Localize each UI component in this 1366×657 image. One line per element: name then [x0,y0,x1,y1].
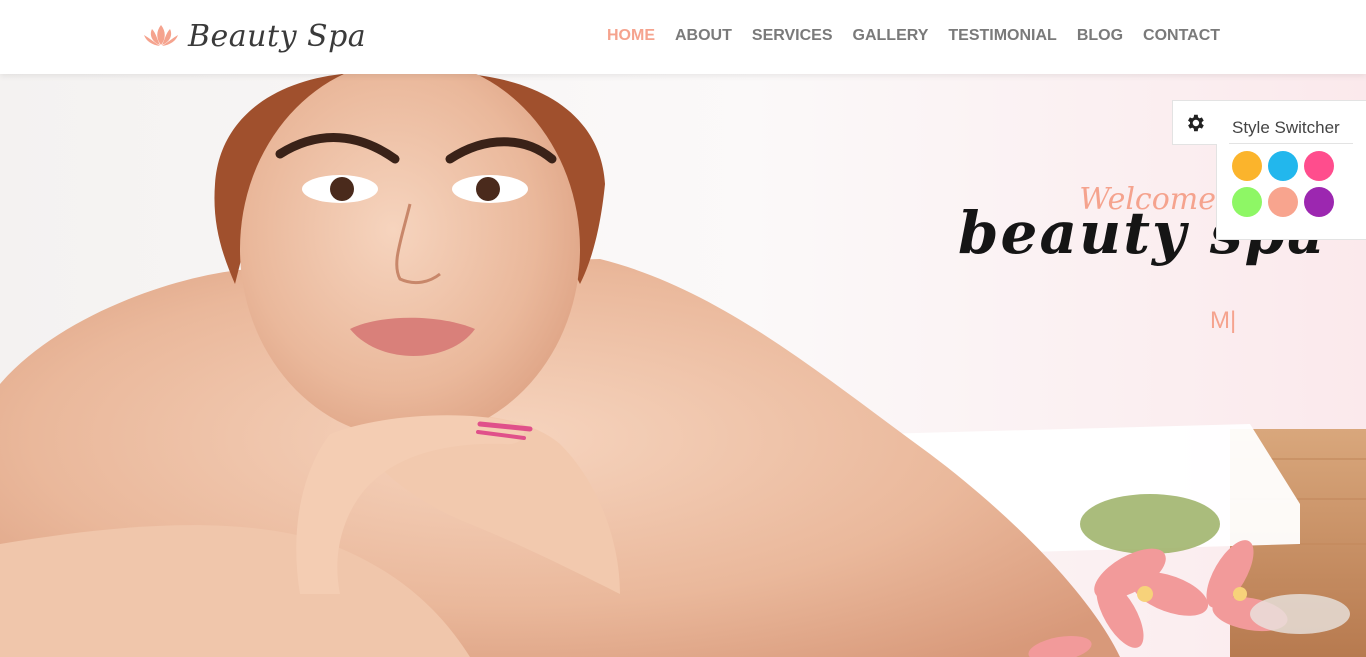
style-switcher-title: Style Switcher [1232,118,1340,137]
hero-typing-text: M| [1210,307,1237,334]
main-nav: HOME ABOUT SERVICES GALLERY TESTIMONIAL … [597,24,1230,48]
nav-blog[interactable]: BLOG [1077,24,1123,48]
gear-icon [1188,114,1204,131]
color-swatch-green[interactable] [1232,187,1262,217]
color-swatch-blue[interactable] [1268,151,1298,181]
color-swatch-peach[interactable] [1268,187,1298,217]
color-swatches [1232,151,1342,223]
nav-home[interactable]: HOME [607,24,655,48]
hero-banner: Welcome beauty spa M| [0,74,1366,657]
style-switcher-toggle[interactable] [1172,100,1217,145]
color-swatch-purple[interactable] [1304,187,1334,217]
color-swatch-orange[interactable] [1232,151,1262,181]
logo[interactable]: Beauty Spa [142,14,366,58]
logo-text: Beauty Spa [188,18,367,54]
nav-contact[interactable]: CONTACT [1143,24,1220,48]
lotus-icon [144,25,178,46]
style-switcher-panel: Style Switcher [1216,100,1366,240]
site-header: Beauty Spa HOME ABOUT SERVICES GALLERY T… [0,0,1366,74]
nav-services[interactable]: SERVICES [752,24,833,48]
hero-image [0,74,1366,657]
nav-testimonial[interactable]: TESTIMONIAL [948,24,1056,48]
divider [1229,143,1353,144]
nav-about[interactable]: ABOUT [675,24,732,48]
color-swatch-pink[interactable] [1304,151,1334,181]
nav-gallery[interactable]: GALLERY [853,24,929,48]
